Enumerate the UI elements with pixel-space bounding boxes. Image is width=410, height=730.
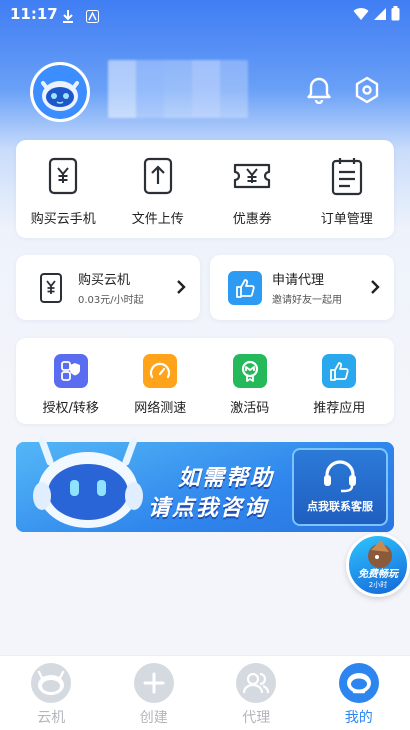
tool-label: 推荐应用 xyxy=(313,401,366,416)
bottom-tab-bar: 云机 创建 代理 我的 xyxy=(0,655,410,730)
phone-yen-icon xyxy=(49,157,78,195)
help-banner[interactable]: 如需帮助 请点我咨询 点我联系客服 xyxy=(16,436,394,532)
chevron-right-icon xyxy=(176,279,186,299)
order-list-icon xyxy=(331,158,362,196)
network-speed-tool[interactable]: 网络测速 xyxy=(116,338,206,424)
quick-action-label: 文件上传 xyxy=(131,212,184,227)
app-notification-icon xyxy=(86,8,99,27)
status-bar: 11:17 xyxy=(0,0,410,30)
tab-label: 云机 xyxy=(37,710,66,726)
badge-title: 免费畅玩 xyxy=(358,569,398,580)
thumbs-up-icon xyxy=(228,270,262,305)
speedometer-icon xyxy=(143,354,178,388)
tab-cloud-machine[interactable]: 云机 xyxy=(0,656,103,730)
battery-icon xyxy=(391,6,400,25)
tools-card: 授权/转移 网络测速 激活码 推荐应用 xyxy=(16,338,394,424)
upload-icon xyxy=(143,157,172,195)
profile-header xyxy=(30,60,390,122)
buy-cloud-machine-card[interactable]: 购买云机 0.03元/小时起 xyxy=(16,255,200,320)
settings-icon[interactable] xyxy=(354,76,380,108)
wifi-icon xyxy=(353,6,369,25)
tool-label: 网络测速 xyxy=(134,401,187,416)
coupon-icon xyxy=(234,163,271,189)
users-icon xyxy=(236,663,277,703)
file-upload-action[interactable]: 文件上传 xyxy=(111,140,206,238)
promo-subtitle: 0.03元/小时起 xyxy=(78,295,144,306)
status-time: 11:17 xyxy=(10,5,58,23)
free-play-badge[interactable]: 免费畅玩 2小时 xyxy=(346,533,410,597)
contact-support-button[interactable]: 点我联系客服 xyxy=(292,448,388,526)
robot-face-icon xyxy=(338,663,379,703)
activation-code-icon xyxy=(232,354,267,388)
tab-mine[interactable]: 我的 xyxy=(308,656,410,730)
authorize-transfer-tool[interactable]: 授权/转移 xyxy=(26,338,116,424)
banner-subline: 请点我咨询 xyxy=(148,496,269,521)
robot-mascot-icon xyxy=(33,65,87,119)
activation-code-tool[interactable]: 激活码 xyxy=(205,338,295,424)
quick-action-label: 订单管理 xyxy=(320,212,373,227)
robot-icon xyxy=(31,663,72,703)
tool-label: 授权/转移 xyxy=(42,401,99,416)
promo-title: 申请代理 xyxy=(272,273,325,288)
download-icon xyxy=(62,8,74,27)
chevron-right-icon xyxy=(370,279,380,299)
tab-label: 代理 xyxy=(242,710,271,726)
badge-subtitle: 2小时 xyxy=(368,581,388,589)
recommended-apps-tool[interactable]: 推荐应用 xyxy=(295,338,385,424)
tab-agent[interactable]: 代理 xyxy=(205,656,308,730)
headset-icon xyxy=(324,460,356,493)
contact-support-label: 点我联系客服 xyxy=(307,500,373,513)
plus-icon xyxy=(133,663,174,703)
tab-create[interactable]: 创建 xyxy=(103,656,206,730)
robot-mascot-icon xyxy=(33,436,143,528)
order-management-action[interactable]: 订单管理 xyxy=(300,140,395,238)
quick-action-label: 优惠券 xyxy=(232,212,272,227)
quick-actions-card: 购买云手机 文件上传 优惠券 订单管理 xyxy=(16,140,394,238)
coupon-action[interactable]: 优惠券 xyxy=(205,140,300,238)
thumbs-up-icon xyxy=(322,354,357,388)
banner-headline: 如需帮助 xyxy=(178,466,275,491)
tab-label: 我的 xyxy=(344,710,373,726)
buy-cloud-phone-action[interactable]: 购买云手机 xyxy=(16,140,111,238)
signal-icon xyxy=(373,6,387,25)
username-redacted xyxy=(108,60,248,118)
tool-label: 激活码 xyxy=(230,401,270,416)
apply-agent-card[interactable]: 申请代理 邀请好友一起用 xyxy=(210,255,394,320)
phone-yen-icon xyxy=(40,272,62,303)
quick-action-label: 购买云手机 xyxy=(30,212,96,227)
authorize-transfer-icon xyxy=(53,354,88,388)
bell-icon[interactable] xyxy=(306,76,332,108)
tab-label: 创建 xyxy=(139,710,168,726)
promo-subtitle: 邀请好友一起用 xyxy=(272,295,342,306)
promo-title: 购买云机 xyxy=(78,273,131,288)
avatar[interactable] xyxy=(30,62,90,122)
